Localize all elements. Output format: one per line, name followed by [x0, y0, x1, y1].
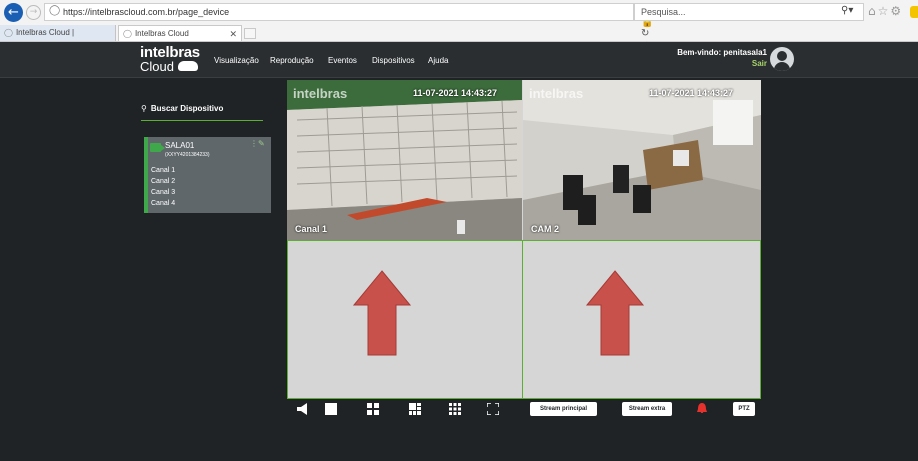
new-tab-button[interactable] — [244, 28, 256, 39]
layout-4-icon[interactable] — [367, 403, 379, 415]
layout-9-icon[interactable] — [449, 403, 461, 415]
page-icon: ◯ — [49, 5, 61, 16]
home-star-gear-icons[interactable]: ⌂☆⚙ — [868, 4, 903, 18]
search-device-button[interactable]: ⚲ Buscar Dispositivo — [141, 104, 223, 113]
device-status-bar — [144, 137, 148, 213]
video-cell-1[interactable]: intelbras 11-07-2021 14:43:27 Canal 1 — [287, 80, 522, 240]
channel-label: CAM 2 — [531, 224, 560, 234]
stream-main-button[interactable]: Stream principal — [530, 402, 597, 416]
search-icon[interactable]: ⚲▾ — [841, 5, 853, 16]
tab-page-icon: ◯ — [4, 28, 13, 37]
logo-line2: Cloud — [140, 59, 174, 74]
logout-link[interactable]: Sair — [720, 59, 767, 68]
camera-feed-1 — [287, 80, 522, 240]
channel-item[interactable]: Canal 1 — [151, 166, 175, 175]
nav-visualizacao[interactable]: Visualização — [214, 56, 259, 65]
watermark: intelbras — [529, 86, 584, 101]
nav-dispositivos[interactable]: Dispositivos — [372, 56, 415, 65]
nav-ajuda[interactable]: Ajuda — [428, 56, 448, 65]
close-tab-icon[interactable]: ✕ — [229, 26, 237, 41]
audio-icon[interactable] — [297, 403, 311, 415]
video-grid: intelbras 11-07-2021 14:43:27 Canal 1 in… — [287, 80, 761, 399]
alarm-bell-icon[interactable] — [697, 403, 707, 413]
intelbras-cloud-logo[interactable]: intelbras Cloud — [140, 44, 202, 76]
video-cell-4-empty[interactable] — [523, 240, 761, 399]
tab-row: ◯ Intelbras Cloud | ◯ Intelbras Cloud ✕ — [0, 25, 918, 41]
forward-button[interactable]: → — [26, 5, 41, 20]
camera-icon — [150, 143, 165, 152]
channel-item[interactable]: Canal 3 — [151, 188, 175, 197]
fullscreen-icon[interactable] — [487, 403, 499, 415]
tab-page-icon: ◯ — [123, 29, 132, 38]
browser-chrome: ← → ◯ https://intelbrascloud.com.br/page… — [0, 0, 918, 50]
avatar-body — [774, 62, 790, 71]
video-cell-2[interactable]: intelbras 11-07-2021 14:43:27 CAM 2 — [523, 80, 761, 240]
avatar[interactable] — [770, 47, 794, 71]
nav-eventos[interactable]: Eventos — [328, 56, 357, 65]
search-icon: ⚲ — [141, 104, 147, 113]
video-cell-3-empty[interactable] — [287, 240, 523, 399]
search-underline — [141, 120, 263, 121]
tab-intelbras-1[interactable]: ◯ Intelbras Cloud | — [0, 25, 116, 41]
device-card[interactable]: SALA01 (XXYY4201384233) ⋮✎ Canal 1 Canal… — [144, 137, 271, 213]
browser-search-placeholder: Pesquisa... — [641, 7, 686, 17]
tab-label: Intelbras Cloud — [134, 29, 189, 38]
camera-feed-2 — [523, 80, 761, 240]
device-name: SALA01 — [165, 141, 195, 150]
browser-search-box[interactable]: Pesquisa... ⚲▾ — [634, 3, 864, 21]
red-up-arrow-icon — [352, 270, 412, 356]
address-bar[interactable]: ◯ https://intelbrascloud.com.br/page_dev… — [44, 3, 653, 50]
layout-1-icon[interactable] — [325, 403, 337, 415]
nav-reproducao[interactable]: Reprodução — [270, 56, 314, 65]
avatar-head — [777, 51, 787, 61]
red-up-arrow-icon — [585, 270, 645, 356]
logo-line1: intelbras — [140, 44, 200, 61]
layout-6-icon[interactable] — [409, 403, 421, 415]
cloud-icon — [178, 61, 198, 71]
stream-extra-button[interactable]: Stream extra — [622, 402, 672, 416]
timestamp: 11-07-2021 14:43:27 — [649, 88, 734, 98]
app-header: intelbras Cloud Visualização Reprodução … — [0, 42, 918, 78]
device-serial: (XXYY4201384233) — [165, 152, 210, 158]
ptz-button[interactable]: PTZ — [733, 402, 755, 416]
channel-label: Canal 1 — [295, 224, 328, 234]
watermark: intelbras — [293, 86, 348, 101]
edit-icon[interactable]: ⋮✎ — [250, 139, 265, 148]
timestamp: 11-07-2021 14:43:27 — [413, 88, 498, 98]
tab-intelbras-2[interactable]: ◯ Intelbras Cloud ✕ — [118, 25, 242, 41]
address-row: ← → ◯ https://intelbrascloud.com.br/page… — [0, 0, 918, 50]
channel-item[interactable]: Canal 2 — [151, 177, 175, 186]
channel-item[interactable]: Canal 4 — [151, 199, 175, 208]
smiley-icon[interactable] — [910, 6, 918, 18]
url-text: https://intelbrascloud.com.br/page_devic… — [63, 7, 230, 17]
tab-label: Intelbras Cloud | — [15, 28, 75, 37]
video-toolbar: Stream principal Stream extra PTZ — [287, 400, 761, 420]
search-device-label: Buscar Dispositivo — [150, 104, 224, 113]
welcome-text: Bem-vindo: penitasala1 — [677, 48, 767, 57]
back-button[interactable]: ← — [4, 3, 23, 22]
